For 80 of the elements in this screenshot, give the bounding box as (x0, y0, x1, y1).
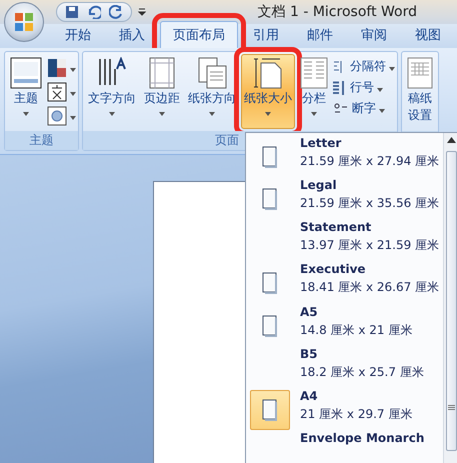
ribbon-tab[interactable]: 视图 (402, 21, 454, 48)
paper-name: Letter (300, 136, 342, 150)
ribbon-button[interactable]: 文字方向 (85, 54, 139, 129)
paper-dimensions: 21.59 厘米 x 35.56 厘米 (300, 195, 440, 212)
ribbon-button[interactable]: 分栏 (297, 54, 331, 129)
window-title: 文档 1 - Microsoft Word (258, 3, 417, 21)
caret-icon (109, 112, 115, 116)
theme-option-button[interactable] (47, 82, 76, 102)
save-icon[interactable] (65, 5, 79, 19)
orientation-icon (197, 57, 227, 89)
margins-icon (148, 57, 176, 89)
line-numbers-icon (333, 80, 347, 94)
ribbon-tab[interactable]: 引用 (240, 21, 292, 48)
menu-item[interactable]: Legal 21.59 厘米 x 35.56 厘米 (246, 178, 443, 220)
caret-icon (389, 66, 395, 70)
redo-icon[interactable] (109, 5, 123, 19)
scroll-up-icon[interactable] (446, 137, 456, 143)
caret-icon (377, 88, 383, 92)
paper-name: Executive (300, 262, 367, 276)
paper-dimensions: 18.2 厘米 x 25.7 厘米 (300, 364, 424, 381)
ribbon-button[interactable]: 稿纸设置 (404, 54, 436, 129)
paper-icon (262, 146, 278, 168)
paper-icon (262, 398, 278, 421)
menu-item[interactable]: Envelope Monarch (246, 430, 443, 463)
ribbon-tab[interactable]: 邮件 (294, 21, 346, 48)
paper-name: Envelope Monarch (300, 430, 424, 445)
caret-icon (159, 112, 165, 116)
group-label: 页面 (215, 132, 239, 149)
paper-icon (262, 188, 278, 210)
columns-icon (300, 57, 328, 89)
paper-name: B5 (300, 346, 318, 361)
scrollbar[interactable] (443, 133, 457, 463)
theme-option-button[interactable] (47, 106, 76, 126)
undo-icon[interactable] (87, 5, 101, 19)
paper-name: A5 (300, 304, 319, 318)
layout-option-button[interactable]: 断字 (333, 100, 395, 117)
layout-option-button[interactable]: 行号 (333, 79, 395, 96)
theme-icon (10, 57, 42, 89)
ribbon-tab[interactable]: 插入 (106, 21, 158, 48)
menu-item[interactable]: Statement 13.97 厘米 x 21.59 厘米 (246, 220, 443, 262)
grid-paper-icon (407, 57, 433, 89)
paper-icon (262, 272, 278, 294)
ribbon-tab[interactable]: 开始 (52, 21, 104, 48)
paper-size-icon (253, 57, 283, 89)
paper-dimensions: 13.97 厘米 x 21.59 厘米 (300, 237, 440, 254)
theme-fonts-icon (47, 82, 67, 102)
menu-item[interactable]: Letter 21.59 厘米 x 27.94 厘米 (246, 136, 443, 178)
paper-name: Statement (300, 220, 372, 234)
office-logo-icon (14, 12, 34, 32)
menu-item[interactable]: Executive 18.41 厘米 x 26.67 厘米 (246, 262, 443, 304)
ribbon-tab[interactable]: 审阅 (348, 21, 400, 48)
caret-icon (70, 92, 76, 96)
caret-icon (311, 112, 317, 116)
hyphenation-icon (333, 102, 349, 116)
paper-name: A4 (300, 388, 319, 403)
caret-icon (265, 112, 271, 116)
theme-option-button[interactable] (47, 58, 76, 78)
paper-dimensions: 18.41 厘米 x 26.67 厘米 (300, 279, 440, 296)
paper-dimensions: 14.8 厘米 x 21 厘米 (300, 322, 412, 338)
ribbon-button[interactable]: 主题 (7, 54, 45, 129)
caret-icon (209, 112, 215, 116)
ribbon-button[interactable]: 页边距 (141, 54, 183, 129)
caret-icon (70, 116, 76, 120)
menu-item[interactable]: B5 18.2 厘米 x 25.7 厘米 (246, 346, 443, 389)
paper-name: Legal (300, 178, 338, 192)
paper-dimensions: 21 厘米 x 29.7 厘米 (300, 406, 412, 423)
theme-effects-icon (47, 106, 67, 126)
caret-icon (70, 68, 76, 72)
paper-icon (262, 314, 278, 336)
theme-colors-icon (47, 58, 67, 78)
menu-item[interactable]: A4 21 厘米 x 29.7 厘米 (246, 388, 443, 431)
caret-icon (379, 108, 385, 112)
menu-item[interactable]: A5 14.8 厘米 x 21 厘米 (246, 304, 443, 347)
caret-icon (23, 112, 29, 116)
paper-dimensions: 21.59 厘米 x 27.94 厘米 (300, 153, 440, 170)
layout-option-button[interactable]: 分隔符 (333, 58, 395, 75)
customize-icon[interactable] (138, 7, 146, 17)
group-label: 主题 (30, 132, 54, 149)
ribbon-button[interactable]: 纸张方向 (185, 54, 239, 129)
grip-icon (448, 405, 454, 410)
